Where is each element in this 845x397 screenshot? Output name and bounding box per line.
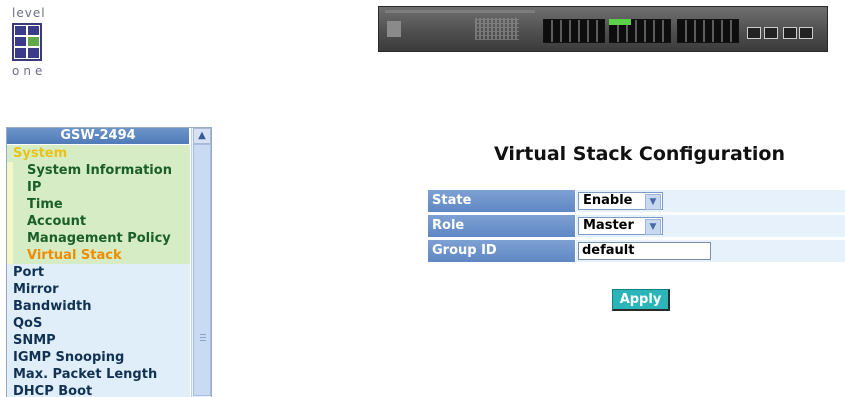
- port-link-indicator: [609, 19, 631, 25]
- scrollbar-grip-icon: [200, 333, 206, 341]
- sidebar-item-mirror[interactable]: Mirror: [7, 281, 190, 298]
- levelone-logo: level one: [10, 6, 70, 86]
- sidebar-item-qos[interactable]: QoS: [7, 315, 190, 332]
- state-select[interactable]: Enable ▼: [578, 192, 663, 210]
- sfp-port-icon: [799, 27, 813, 39]
- switch-port-block: [543, 19, 605, 43]
- group-id-label: Group ID: [428, 240, 575, 262]
- group-id-input[interactable]: default: [578, 242, 711, 260]
- group-id-row: Group ID default: [428, 240, 845, 262]
- switch-led-grid: [475, 18, 519, 40]
- role-selected-value: Master: [583, 218, 634, 233]
- scroll-up-arrow-icon[interactable]: ▲: [193, 128, 211, 144]
- sidebar-item-bandwidth[interactable]: Bandwidth: [7, 298, 190, 315]
- apply-button[interactable]: Apply: [612, 289, 670, 311]
- page-title: Virtual Stack Configuration: [494, 143, 786, 165]
- switch-port-block: [677, 19, 739, 43]
- switch-front-panel-image: [378, 6, 828, 52]
- state-label: State: [428, 190, 575, 212]
- state-selected-value: Enable: [583, 193, 633, 208]
- sidebar-scrollbar[interactable]: ▲: [191, 128, 211, 397]
- sfp-port-icon: [764, 27, 778, 39]
- role-row: Role Master ▼: [428, 215, 845, 237]
- scrollbar-thumb[interactable]: [193, 144, 211, 396]
- sidebar-menu: GSW-2494 System System Information IP Time A…: [6, 127, 212, 397]
- sidebar-menu-list: System System Information IP Time Account Man…: [7, 145, 190, 397]
- role-select[interactable]: Master ▼: [578, 217, 663, 235]
- logo-text-one: one: [12, 64, 47, 78]
- role-label: Role: [428, 215, 575, 237]
- sfp-port-icon: [783, 27, 797, 39]
- sidebar-item-snmp[interactable]: SNMP: [7, 332, 190, 349]
- chevron-down-icon[interactable]: ▼: [645, 194, 661, 210]
- sidebar-item-management-policy[interactable]: Management Policy: [7, 230, 190, 247]
- sidebar-item-time[interactable]: Time: [7, 196, 190, 213]
- sidebar-title: GSW-2494: [7, 128, 189, 144]
- switch-label-strip: [385, 10, 535, 13]
- logo-text-level: level: [12, 6, 46, 20]
- role-value-cell: Master ▼: [576, 215, 845, 237]
- state-row: State Enable ▼: [428, 190, 845, 212]
- switch-logo-icon: [387, 21, 401, 37]
- sfp-port-icon: [747, 27, 761, 39]
- virtual-stack-form: State Enable ▼ Role Master ▼ Group ID de…: [428, 190, 845, 265]
- sidebar-item-system-information[interactable]: System Information: [7, 162, 190, 179]
- sidebar-item-ip[interactable]: IP: [7, 179, 190, 196]
- group-id-value-cell: default: [576, 240, 845, 262]
- sidebar-item-account[interactable]: Account: [7, 213, 190, 230]
- logo-mark-icon: [12, 23, 42, 61]
- sidebar-item-system[interactable]: System: [7, 145, 190, 162]
- sidebar-item-igmp-snooping[interactable]: IGMP Snooping: [7, 349, 190, 366]
- sidebar-item-virtual-stack[interactable]: Virtual Stack: [7, 247, 190, 264]
- sidebar-item-dhcp-boot[interactable]: DHCP Boot: [7, 383, 190, 397]
- state-value-cell: Enable ▼: [576, 190, 845, 212]
- sidebar-item-max-packet-length[interactable]: Max. Packet Length: [7, 366, 190, 383]
- sidebar-item-port[interactable]: Port: [7, 264, 190, 281]
- chevron-down-icon[interactable]: ▼: [645, 219, 661, 235]
